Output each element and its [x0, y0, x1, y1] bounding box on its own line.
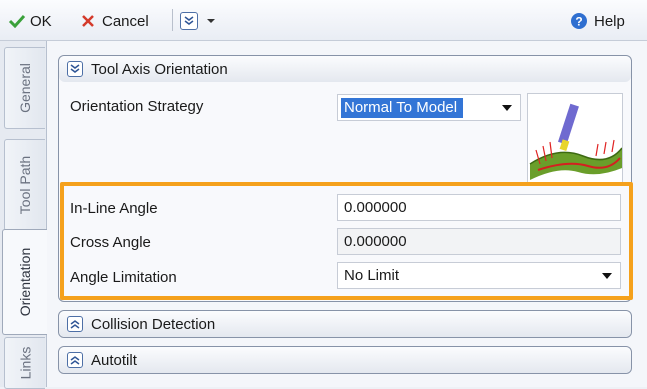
tool-surface-illustration-icon: [529, 103, 622, 180]
ok-label: OK: [30, 12, 52, 30]
ok-button[interactable]: OK: [8, 10, 52, 32]
expand-all-icon: [180, 12, 198, 30]
tab-orientation-label: Orientation: [17, 247, 34, 317]
orientation-strategy-select[interactable]: Normal To Model: [337, 94, 521, 121]
orientation-preview-image: [527, 93, 623, 183]
expand-icon: [67, 316, 83, 332]
help-button[interactable]: ? Help: [570, 10, 625, 32]
dropdown-arrow-icon: [502, 105, 512, 111]
autotilt-title: Autotilt: [91, 351, 137, 369]
tab-orientation[interactable]: Orientation: [2, 229, 48, 335]
dropdown-arrow-icon: [207, 19, 215, 23]
tab-tool-path[interactable]: Tool Path: [4, 139, 45, 231]
cancel-label: Cancel: [102, 12, 149, 30]
side-tabs: General Tool Path Orientation Links: [0, 41, 48, 389]
collision-detection-title: Collision Detection: [91, 315, 216, 333]
autotilt-group[interactable]: Autotilt: [58, 346, 632, 374]
orientation-strategy-label: Orientation Strategy: [70, 98, 204, 115]
check-icon: [8, 14, 26, 28]
tab-tool-path-label: Tool Path: [17, 155, 33, 215]
toolbar-separator: [172, 9, 173, 31]
expand-menu-button[interactable]: [180, 10, 216, 32]
help-label: Help: [594, 12, 625, 30]
highlight-box: [60, 182, 633, 300]
collapse-icon: [67, 61, 83, 77]
toolbar: OK Cancel ? Help: [0, 0, 647, 41]
orientation-strategy-value: Normal To Model: [341, 97, 464, 118]
tab-links-label: Links: [17, 346, 33, 380]
tab-links[interactable]: Links: [4, 337, 45, 389]
cancel-button[interactable]: Cancel: [80, 10, 149, 32]
cancel-x-icon: [82, 15, 94, 27]
tool-axis-orientation-title: Tool Axis Orientation: [91, 60, 228, 78]
expand-icon: [67, 352, 83, 368]
tab-general[interactable]: General: [4, 47, 45, 129]
tab-general-label: General: [17, 63, 33, 113]
autotilt-header[interactable]: Autotilt: [59, 347, 631, 373]
svg-text:?: ?: [575, 15, 582, 29]
tool-axis-orientation-header[interactable]: Tool Axis Orientation: [59, 56, 631, 82]
help-icon: ?: [571, 13, 587, 29]
collision-detection-header[interactable]: Collision Detection: [59, 311, 631, 337]
collision-detection-group[interactable]: Collision Detection: [58, 310, 632, 338]
